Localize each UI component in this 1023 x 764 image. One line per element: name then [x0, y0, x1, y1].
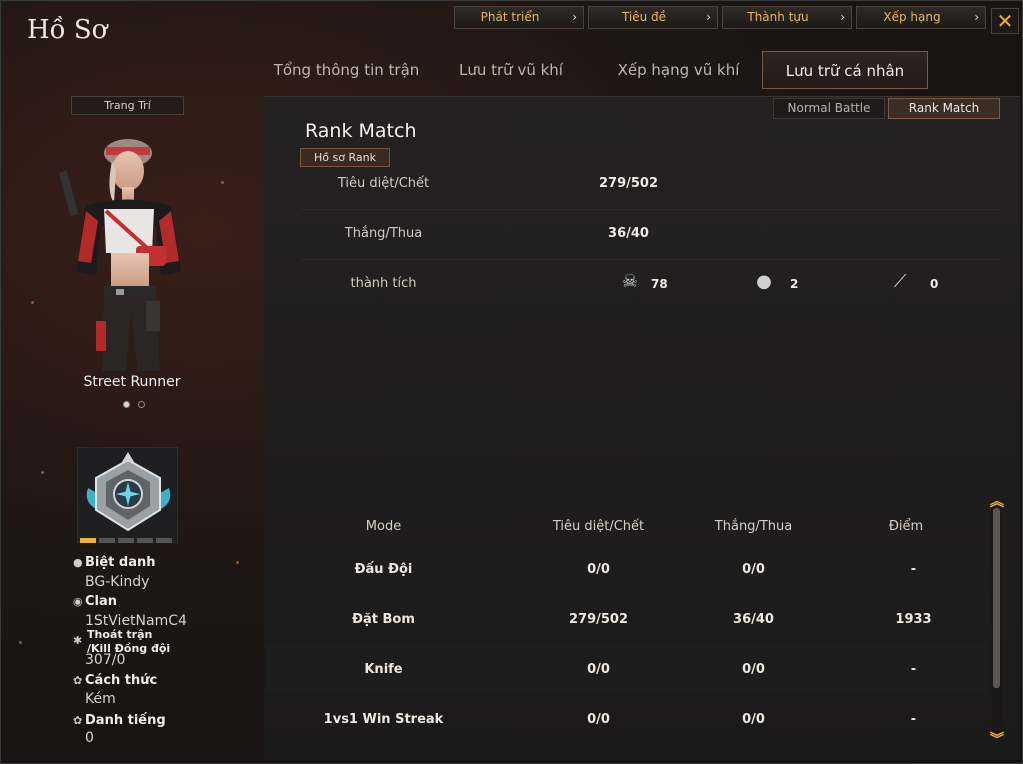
info-value-reputation: 0 — [85, 730, 94, 746]
info-value-leave-teamkill: 307/0 — [85, 652, 126, 668]
nav-development[interactable]: Phát triển › — [454, 6, 584, 29]
scroll-up-icon[interactable]: ︽ — [989, 491, 1005, 511]
info-label-clan: ◉ Clan — [73, 594, 118, 609]
carousel-dot[interactable] — [138, 401, 145, 408]
ember-decoration — [221, 181, 224, 184]
rank-progress-segment — [80, 538, 96, 543]
stat-label-achievements: thành tích — [350, 276, 417, 291]
run-icon: ✱ — [73, 634, 83, 647]
scrollbar-thumb[interactable] — [993, 508, 1000, 688]
profile-window: Hồ Sơ Phát triển › Tiêu đề › Thành tựu ›… — [0, 0, 1023, 764]
scroll-down-icon[interactable]: ︾ — [989, 729, 1005, 749]
stat-value-winloss: 36/40 — [608, 226, 649, 241]
nav-label: Tiêu đề — [621, 10, 667, 24]
table-cell-mode: Knife — [364, 662, 403, 677]
info-value-manner: Kém — [85, 691, 116, 707]
chevron-right-icon: › — [840, 10, 845, 24]
rank-progress-segment — [137, 538, 153, 543]
table-cell-winloss: 0/0 — [742, 662, 765, 677]
rank-progress-segment — [99, 538, 115, 543]
achievement-value-grenade: 2 — [790, 277, 799, 291]
rank-profile-button[interactable]: Hồ sơ Rank — [300, 148, 390, 167]
chevron-right-icon: › — [974, 10, 979, 24]
table-header-kd: Tiêu diệt/Chết — [552, 519, 645, 534]
window-title: Hồ Sơ — [27, 15, 108, 45]
character-portrait — [58, 139, 181, 371]
stat-label-kd: Tiêu diệt/Chết — [337, 176, 430, 191]
section-title: Rank Match — [305, 120, 417, 142]
achievement-value-headshot: 78 — [651, 277, 668, 291]
skull-icon: ☠ — [621, 271, 639, 292]
table-cell-mode: Đặt Bom — [352, 612, 415, 627]
table-cell-points: - — [910, 562, 917, 577]
clan-icon: ◉ — [73, 595, 83, 608]
rank-match-button[interactable]: Rank Match — [888, 98, 1000, 119]
divider — [301, 209, 1001, 210]
achievement-value-knife: 0 — [930, 277, 939, 291]
nav-label: Xếp hạng — [883, 10, 941, 24]
ember-decoration — [236, 561, 239, 564]
close-button[interactable]: ✕ — [991, 8, 1019, 34]
decor-button[interactable]: Trang Trí — [71, 96, 184, 115]
info-value-nickname: BG-Kindy — [85, 574, 150, 590]
rank-progress-segment — [118, 538, 134, 543]
ember-decoration — [19, 641, 22, 644]
table-cell-points: - — [910, 712, 917, 727]
table-cell-kd: 279/502 — [568, 612, 629, 627]
knife-icon: ⟋ — [893, 271, 907, 292]
nav-label: Phát triển — [480, 10, 540, 24]
table-cell-winloss: 36/40 — [733, 612, 774, 627]
info-label-reputation: ✿ Danh tiếng — [73, 713, 166, 728]
ember-decoration — [31, 301, 34, 304]
table-cell-points: 1933 — [895, 612, 932, 627]
person-icon: ● — [73, 556, 83, 569]
divider — [301, 259, 1001, 260]
table-cell-mode: 1vs1 Win Streak — [323, 712, 444, 727]
table-cell-winloss: 0/0 — [742, 712, 765, 727]
chevron-right-icon: › — [706, 10, 711, 24]
info-label-nickname: ● Biệt danh — [73, 555, 156, 570]
clover-icon: ✿ — [73, 714, 83, 727]
grenade-icon: ● — [756, 271, 772, 292]
nav-achievements[interactable]: Thành tựu › — [722, 6, 852, 29]
table-cell-kd: 0/0 — [587, 712, 610, 727]
rank-emblem-icon — [86, 452, 171, 532]
nav-titles[interactable]: Tiêu đề › — [588, 6, 718, 29]
table-cell-kd: 0/0 — [587, 662, 610, 677]
stat-label-winloss: Thắng/Thua — [344, 226, 423, 241]
carousel-dot-active[interactable] — [123, 401, 130, 408]
table-cell-kd: 0/0 — [587, 562, 610, 577]
normal-battle-button[interactable]: Normal Battle — [773, 98, 885, 119]
chevron-right-icon: › — [572, 10, 577, 24]
tab-weapon-ranking[interactable]: Xếp hạng vũ khí — [606, 51, 751, 89]
tab-weapon-storage[interactable]: Lưu trữ vũ khí — [446, 51, 576, 89]
info-value-clan: 1StVietNamC4 — [85, 613, 187, 629]
nav-label: Thành tựu — [747, 10, 809, 24]
table-header-points: Điểm — [888, 519, 924, 534]
close-icon: ✕ — [996, 9, 1014, 33]
info-label-manner: ✿ Cách thức — [73, 673, 158, 688]
stat-value-kd: 279/502 — [598, 176, 659, 191]
table-header-mode: Mode — [365, 519, 402, 534]
character-name: Street Runner — [83, 374, 181, 390]
table-header-winloss: Thắng/Thua — [714, 519, 793, 534]
tab-personal-storage[interactable]: Lưu trữ cá nhân — [762, 51, 928, 89]
rank-progress-segment — [156, 538, 172, 543]
ember-decoration — [41, 471, 44, 474]
clover-icon: ✿ — [73, 674, 83, 687]
table-cell-mode: Đấu Đội — [354, 562, 413, 577]
table-cell-winloss: 0/0 — [742, 562, 765, 577]
table-cell-points: - — [910, 662, 917, 677]
nav-ranking[interactable]: Xếp hạng › — [856, 6, 986, 29]
rank-emblem-box — [77, 447, 178, 543]
tab-match-overview[interactable]: Tổng thông tin trận đấu — [259, 51, 434, 117]
